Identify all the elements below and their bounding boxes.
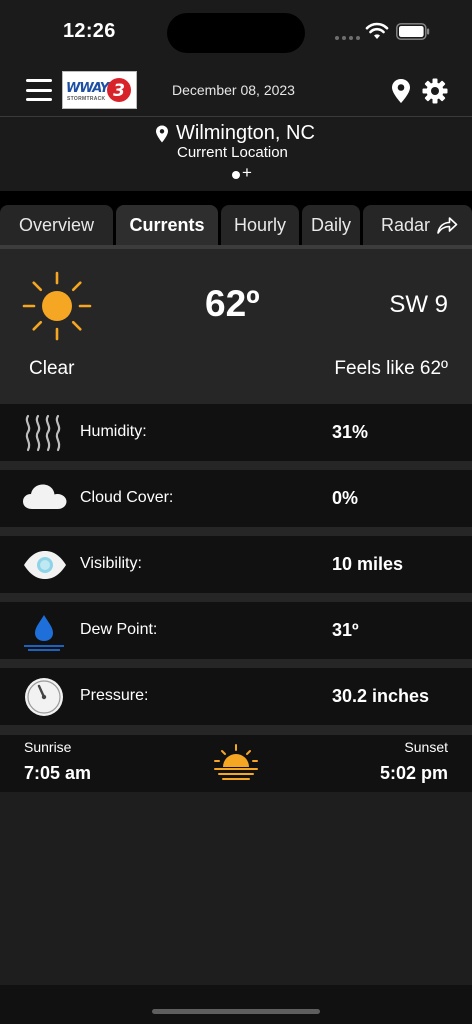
battery-icon xyxy=(396,23,430,40)
eye-icon xyxy=(24,551,66,579)
location-marker-icon xyxy=(156,125,168,143)
wifi-icon xyxy=(365,22,389,39)
detail-row-pressure: Pressure: 30.2 inches xyxy=(0,668,472,725)
detail-row-dew-point: Dew Point: 31º xyxy=(0,602,472,659)
cloud-icon xyxy=(23,484,67,509)
dynamic-island xyxy=(167,13,305,53)
logo-subtext: STORMTRACK xyxy=(67,96,106,102)
tab-label: Overview xyxy=(18,214,94,235)
row-divider xyxy=(0,527,472,536)
logo-mark: 3 xyxy=(107,78,131,102)
row-divider xyxy=(0,593,472,602)
tab-hourly[interactable]: Hourly xyxy=(221,205,299,245)
tab-label: Currents xyxy=(129,214,205,235)
detail-row-cloud-cover: Cloud Cover: 0% xyxy=(0,470,472,527)
row-divider xyxy=(0,461,472,470)
location-pin-icon[interactable] xyxy=(390,78,412,104)
gear-icon[interactable] xyxy=(422,78,448,104)
add-location-button[interactable]: + xyxy=(242,164,252,181)
detail-label: Cloud Cover: xyxy=(80,489,174,506)
feels-like: Feels like 62º xyxy=(334,358,448,379)
home-indicator[interactable] xyxy=(152,1009,320,1014)
location-subtitle: Current Location xyxy=(177,144,288,161)
location-header: Wilmington, NC Current Location + xyxy=(0,117,472,191)
detail-value: 10 miles xyxy=(332,554,404,574)
cellular-signal-icon xyxy=(335,36,360,40)
page-indicator-dot[interactable] xyxy=(232,171,240,179)
tab-overview[interactable]: Overview xyxy=(0,205,113,245)
app-header: WWAY STORMTRACK 3 December 08, 2023 xyxy=(0,66,472,118)
temperature: 62º xyxy=(205,283,260,324)
humidity-icon xyxy=(25,414,61,452)
svg-text:3: 3 xyxy=(113,81,125,101)
tab-currents[interactable]: Currents xyxy=(116,205,218,245)
row-divider xyxy=(0,659,472,668)
tab-label: Daily xyxy=(310,214,351,235)
sunrise-time: 7:05 am xyxy=(24,763,92,783)
water-drop-icon xyxy=(24,615,64,651)
status-time: 12:26 xyxy=(63,20,116,42)
row-divider xyxy=(0,725,472,735)
tab-daily[interactable]: Daily xyxy=(302,205,360,245)
bottom-bar xyxy=(0,985,472,1024)
detail-label: Humidity: xyxy=(80,423,147,440)
detail-value: 31º xyxy=(332,620,359,640)
tab-radar[interactable]: Radar xyxy=(363,205,472,245)
spacer xyxy=(0,191,472,205)
logo-text: WWAY xyxy=(66,81,109,96)
header-date: December 08, 2023 xyxy=(172,82,295,98)
status-bar: 12:26 xyxy=(0,0,472,66)
location-name[interactable]: Wilmington, NC xyxy=(176,122,315,145)
detail-row-visibility: Visibility: 10 miles xyxy=(0,536,472,593)
tab-label: Radar xyxy=(381,214,431,235)
sunset-time: 5:02 pm xyxy=(379,763,448,783)
detail-value: 31% xyxy=(332,422,369,442)
menu-icon[interactable] xyxy=(26,79,52,101)
detail-label: Visibility: xyxy=(80,555,142,572)
tab-label: Hourly xyxy=(233,214,286,235)
sunset-icon xyxy=(214,744,258,780)
condition: Clear xyxy=(29,358,75,379)
sunrise-label: Sunrise xyxy=(24,739,72,755)
current-conditions-panel: 62º SW 9 Clear Feels like 62º xyxy=(0,249,472,404)
sun-times: Sunrise 7:05 am Sunset 5:02 pm xyxy=(0,735,472,792)
wind: SW 9 xyxy=(389,291,448,318)
detail-label: Pressure: xyxy=(80,687,149,704)
tab-bar: Overview Currents Hourly Daily Radar xyxy=(0,205,472,245)
station-logo[interactable]: WWAY STORMTRACK 3 xyxy=(62,71,137,109)
share-arrow-icon xyxy=(437,217,458,234)
detail-row-humidity: Humidity: 31% xyxy=(0,404,472,461)
sun-icon xyxy=(22,271,92,341)
sunset-label: Sunset xyxy=(404,739,448,755)
detail-value: 0% xyxy=(332,488,359,508)
detail-value: 30.2 inches xyxy=(332,686,430,706)
detail-label: Dew Point: xyxy=(80,621,158,638)
gauge-icon xyxy=(25,678,63,716)
